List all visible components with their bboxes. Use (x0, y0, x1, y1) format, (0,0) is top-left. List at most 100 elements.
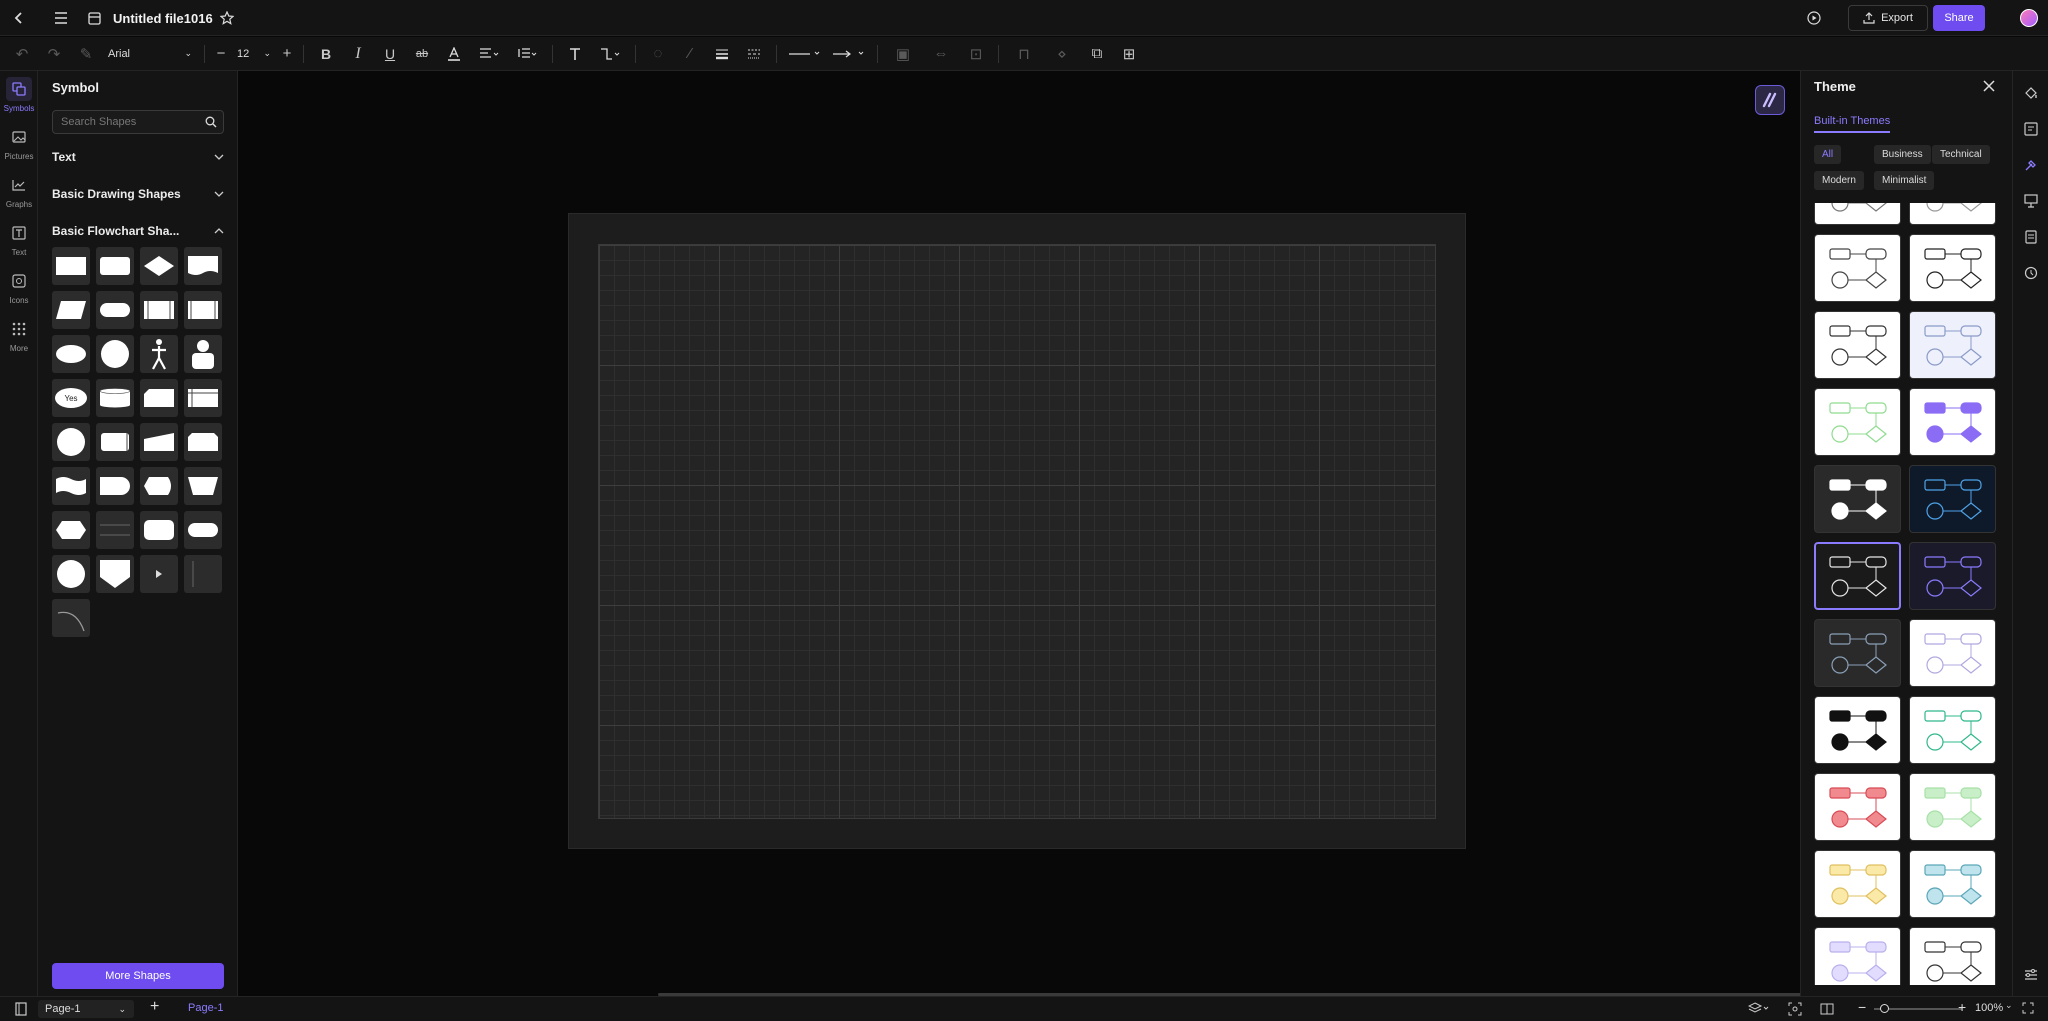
more-tools-icon[interactable]: ⊞ (1115, 41, 1143, 67)
lock-icon[interactable]: ⊓ (1007, 41, 1041, 67)
theme-card[interactable] (1814, 203, 1901, 225)
theme-card[interactable] (1814, 773, 1901, 841)
shape-process[interactable] (52, 247, 90, 285)
file-title[interactable]: Untitled file1016 (113, 11, 213, 26)
play-icon[interactable] (1800, 4, 1828, 32)
font-size-increase-icon[interactable]: + (279, 41, 295, 67)
zoom-out-icon[interactable]: − (1858, 999, 1866, 1015)
replace-shape-icon[interactable]: ⧉ (1083, 41, 1111, 67)
avatar[interactable] (2020, 9, 2038, 27)
shape-play-marker[interactable] (140, 555, 178, 593)
bold-icon[interactable]: B (312, 41, 340, 67)
theme-card[interactable] (1814, 927, 1901, 985)
shape-off-page-reference[interactable] (96, 555, 134, 593)
shape-arc[interactable] (52, 599, 90, 637)
share-button[interactable]: Share (1933, 5, 1985, 31)
drawing-page[interactable] (568, 213, 1466, 849)
star-icon[interactable] (213, 4, 241, 32)
shape-rounded-rect[interactable] (140, 511, 178, 549)
notes-icon[interactable] (2013, 219, 2048, 255)
text-tool-icon[interactable] (561, 41, 589, 67)
shape-connector-circle[interactable] (52, 423, 90, 461)
back-icon[interactable] (5, 4, 33, 32)
align-icon[interactable] (472, 41, 506, 67)
fill-icon[interactable]: ◌ (644, 41, 672, 67)
theme-card[interactable] (1909, 619, 1996, 687)
line-spacing-icon[interactable] (510, 41, 544, 67)
underline-icon[interactable]: U (376, 41, 404, 67)
filter-minimalist[interactable]: Minimalist (1874, 171, 1935, 190)
theme-card[interactable] (1909, 696, 1996, 764)
theme-card[interactable] (1909, 542, 1996, 610)
shape-decision[interactable] (140, 247, 178, 285)
shape-tape[interactable] (52, 467, 90, 505)
book-icon[interactable] (1820, 1002, 1834, 1019)
theme-card[interactable] (1909, 311, 1996, 379)
theme-card[interactable] (1814, 542, 1901, 610)
filter-business[interactable]: Business (1874, 145, 1931, 164)
strikethrough-icon[interactable]: ab (408, 41, 436, 67)
theme-card[interactable] (1909, 234, 1996, 302)
filter-technical[interactable]: Technical (1932, 145, 1990, 164)
page-select[interactable]: Page-1 ⌄ (38, 1000, 134, 1018)
zoom-slider-handle[interactable] (1880, 1004, 1889, 1013)
filter-all[interactable]: All (1814, 145, 1842, 164)
line-style-select[interactable] (785, 41, 825, 67)
shape-ellipse[interactable] (52, 335, 90, 373)
category-basic-flowchart[interactable]: Basic Flowchart Sha... (52, 221, 224, 241)
shape-on-page-reference[interactable] (52, 555, 90, 593)
layers-icon[interactable] (1747, 1002, 1770, 1019)
history-icon[interactable] (2013, 255, 2048, 291)
page-grid[interactable] (598, 244, 1436, 819)
theme-card[interactable] (1909, 388, 1996, 456)
shape-delay[interactable] (96, 467, 134, 505)
theme-card[interactable] (1909, 203, 1996, 225)
shape-terminator[interactable] (96, 291, 134, 329)
shape-loop-limit[interactable] (184, 423, 222, 461)
shape-internal-storage[interactable] (184, 291, 222, 329)
shape-manual-input[interactable] (140, 423, 178, 461)
font-size-select[interactable]: 12 ⌄ (233, 44, 275, 64)
menu-icon[interactable] (47, 4, 75, 32)
presentation-icon[interactable] (2013, 183, 2048, 219)
export-button[interactable]: Export (1848, 5, 1928, 31)
theme-card[interactable] (1909, 850, 1996, 918)
font-size-decrease-icon[interactable]: − (213, 41, 229, 67)
zoom-slider[interactable] (1874, 1004, 1962, 1013)
shape-cylinder-horizontal[interactable] (96, 379, 134, 417)
ai-assistant-button[interactable] (1755, 85, 1785, 115)
theme-card[interactable] (1814, 388, 1901, 456)
more-shapes-button[interactable]: More Shapes (52, 963, 224, 989)
shape-data[interactable] (52, 291, 90, 329)
shape-preparation[interactable] (52, 511, 90, 549)
settings-sliders-icon[interactable] (2013, 957, 2048, 993)
arrow-style-select[interactable] (829, 41, 869, 67)
shape-document[interactable] (184, 247, 222, 285)
search-input[interactable] (52, 110, 224, 134)
connector-icon[interactable] (593, 41, 627, 67)
zoom-level[interactable]: 100% (1975, 1002, 2003, 1014)
theme-card[interactable] (1814, 234, 1901, 302)
shape-manual-operation[interactable] (184, 467, 222, 505)
theme-card[interactable] (1814, 696, 1901, 764)
search-icon[interactable] (205, 115, 217, 133)
font-family-select[interactable]: Arial ⌄ (104, 44, 196, 64)
shape-actor[interactable] (140, 335, 178, 373)
filter-modern[interactable]: Modern (1814, 171, 1864, 190)
fill-bucket-icon[interactable] (2013, 75, 2048, 111)
shape-yes-bubble[interactable]: Yes (52, 379, 90, 417)
distribute-icon[interactable]: ⇔ (924, 41, 958, 67)
brush-icon[interactable]: ⁄ (676, 41, 704, 67)
shape-user[interactable] (184, 335, 222, 373)
tab-page-1[interactable]: Page-1 (188, 1002, 223, 1014)
theme-card[interactable] (1814, 311, 1901, 379)
shape-card[interactable] (140, 379, 178, 417)
theme-card[interactable] (1909, 773, 1996, 841)
close-icon[interactable] (1983, 79, 1995, 97)
format-painter-icon[interactable]: ✎ (72, 41, 100, 67)
rail-item-text[interactable]: Text (0, 215, 38, 263)
theme-card[interactable] (1909, 927, 1996, 985)
shape-pill[interactable] (184, 511, 222, 549)
rail-item-more[interactable]: More (0, 311, 38, 359)
font-color-icon[interactable] (440, 41, 468, 67)
